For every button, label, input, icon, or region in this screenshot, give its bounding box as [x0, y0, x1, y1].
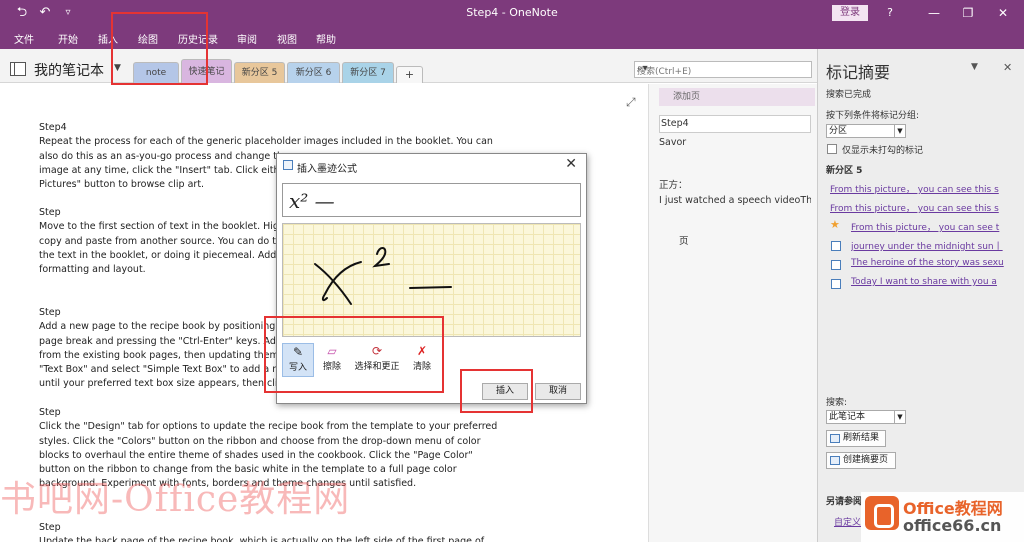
- menu-file[interactable]: 文件: [14, 31, 34, 46]
- tab-section-7[interactable]: 新分区 7: [342, 62, 394, 83]
- lasso-icon: ⟳: [371, 344, 383, 358]
- dialog-title: 插入墨迹公式: [297, 164, 357, 175]
- refresh-label: 刷新结果: [843, 433, 880, 443]
- page-item-savor[interactable]: Savor: [659, 137, 811, 148]
- select-correct-tool-button[interactable]: ⟳ 选择和更正: [350, 343, 404, 377]
- brand-badge: Office教程网 office66.cn: [861, 492, 1024, 542]
- tag-link[interactable]: From this picture， you can see t: [851, 220, 1009, 233]
- menu-history[interactable]: 历史记录: [178, 31, 218, 46]
- eraser-icon: ▱: [327, 344, 337, 358]
- refresh-results-button[interactable]: 刷新结果: [826, 430, 886, 447]
- search-icon[interactable]: ⌕▾: [637, 63, 807, 74]
- group-select-value: 分区: [829, 126, 848, 136]
- title-bar: ⮌ ↶ ▿ Step4 - OneNote 登录 ? — ❐ ✕: [0, 0, 1024, 27]
- chevron-down-icon: ▼: [894, 411, 905, 423]
- help-icon[interactable]: ?: [879, 4, 901, 22]
- menu-home[interactable]: 开始: [58, 31, 78, 46]
- watermark: 书吧网-Office教程网: [0, 479, 351, 520]
- expand-icon[interactable]: ⤢: [626, 95, 636, 110]
- page-item[interactable]: 正方：: [659, 177, 811, 191]
- search-scope-value: 此笔记本: [829, 412, 866, 422]
- equation-preview[interactable]: x² —: [282, 183, 581, 217]
- ink-writing-area[interactable]: [282, 223, 581, 337]
- handwriting-strokes: [314, 247, 452, 305]
- chevron-down-icon[interactable]: ▼: [114, 63, 121, 73]
- menu-review[interactable]: 审阅: [237, 31, 257, 46]
- tab-note[interactable]: note: [133, 62, 179, 83]
- search-scope-label: 搜索:: [826, 398, 848, 408]
- onenote-window: ⮌ ↶ ▿ Step4 - OneNote 登录 ? — ❐ ✕ 文件 开始 插…: [0, 0, 1024, 542]
- add-page-button[interactable]: 添加页: [659, 88, 815, 106]
- tag-summary-panel: 标记摘要 ▼ ✕ 搜索已完成 按下列条件将标记分组: 分区 ▼ 仅显示未打勾的标记…: [817, 49, 1024, 542]
- minimize-button[interactable]: —: [923, 4, 945, 22]
- menu-insert[interactable]: 插入: [98, 31, 118, 46]
- page-item-step4[interactable]: Step4: [659, 115, 811, 133]
- restore-button[interactable]: ❐: [957, 4, 979, 22]
- tag-link[interactable]: From this picture， you can see this s: [830, 201, 1006, 214]
- search-scope-select[interactable]: 此笔记本 ▼: [826, 410, 906, 424]
- clear-icon: ✗: [416, 344, 428, 358]
- star-icon[interactable]: ★: [830, 218, 840, 231]
- menu-view[interactable]: 视图: [277, 31, 297, 46]
- todo-checkbox[interactable]: [831, 260, 841, 270]
- tab-section-6[interactable]: 新分区 6: [287, 62, 340, 83]
- write-tool-button[interactable]: ✎ 写入: [282, 343, 314, 377]
- ink-equation-icon: [283, 160, 293, 170]
- ribbon-tabs: 文件 开始 插入 绘图 历史记录 审阅 视图 帮助: [0, 27, 1024, 49]
- outline-block[interactable]: Step Update the back page of the recipe …: [39, 521, 509, 542]
- window-title: Step4 - OneNote: [466, 6, 558, 19]
- chevron-down-icon: ▼: [894, 125, 905, 137]
- brand-line2: office66.cn: [903, 516, 1002, 535]
- see-also-heading: 另请参阅: [826, 497, 863, 507]
- tag-link[interactable]: Today I want to share with you a: [851, 277, 1009, 287]
- page-item[interactable]: 页: [659, 233, 811, 247]
- page-item[interactable]: I just watched a speech videoTh: [659, 195, 811, 206]
- menu-help[interactable]: 帮助: [316, 31, 336, 46]
- close-icon[interactable]: ✕: [1003, 61, 1012, 74]
- select-correct-label: 选择和更正: [354, 362, 400, 372]
- login-button[interactable]: 登录: [832, 5, 868, 21]
- tag-summary-title: 标记摘要: [826, 63, 891, 82]
- notebook-icon: [10, 62, 26, 76]
- ink-equation-dialog: 插入墨迹公式 ✕ x² — ✎ 写入 ▱ 擦除 ⟳ 选择和更正 ✗ 清除 插入 取消: [276, 153, 587, 404]
- tab-section-5[interactable]: 新分区 5: [234, 62, 285, 83]
- todo-checkbox[interactable]: [831, 241, 841, 251]
- insert-button[interactable]: 插入: [482, 383, 528, 400]
- create-summary-label: 创建摘要页: [843, 455, 889, 465]
- show-unchecked-checkbox[interactable]: [827, 144, 837, 154]
- refresh-icon: [830, 434, 840, 443]
- close-window-button[interactable]: ✕: [992, 4, 1014, 22]
- erase-tool-button[interactable]: ▱ 擦除: [318, 343, 346, 377]
- clear-tool-button[interactable]: ✗ 清除: [409, 343, 435, 377]
- cancel-button[interactable]: 取消: [535, 383, 581, 400]
- show-unchecked-label: 仅显示未打勾的标记: [842, 146, 924, 156]
- add-page-label: 添加页: [673, 92, 701, 102]
- menu-draw[interactable]: 绘图: [138, 31, 158, 46]
- create-summary-page-button[interactable]: 创建摘要页: [826, 452, 896, 469]
- customize-tags-link[interactable]: 自定义: [834, 515, 861, 528]
- tag-link[interactable]: The heroine of the story was sexu: [851, 258, 1009, 268]
- group-select[interactable]: 分区 ▼: [826, 124, 906, 138]
- group-label: 按下列条件将标记分组:: [826, 111, 920, 121]
- erase-label: 擦除: [322, 362, 341, 372]
- clear-label: 清除: [412, 362, 431, 372]
- add-section-button[interactable]: +: [396, 66, 423, 83]
- tag-section-heading: 新分区 5: [826, 166, 863, 176]
- todo-checkbox[interactable]: [831, 279, 841, 289]
- notebook-title[interactable]: 我的笔记本: [34, 60, 104, 80]
- office-logo-icon: [865, 496, 899, 530]
- tag-link[interactable]: journey under the midnight sun丨: [851, 239, 1009, 252]
- close-icon[interactable]: ✕: [565, 156, 577, 172]
- pen-icon: ✎: [292, 345, 304, 359]
- search-status: 搜索已完成: [826, 90, 872, 100]
- tag-link[interactable]: From this picture， you can see this s: [830, 182, 1006, 195]
- tab-quick-notes[interactable]: 快速笔记: [181, 59, 232, 83]
- search-box[interactable]: 搜索(Ctrl+E) ⌕▾: [634, 61, 812, 78]
- summary-page-icon: [830, 456, 840, 465]
- pane-options-icon[interactable]: ▼: [971, 62, 978, 72]
- write-label: 写入: [288, 363, 307, 373]
- page-list-panel: 添加页 Step4 Savor 正方： I just watched a spe…: [648, 84, 817, 542]
